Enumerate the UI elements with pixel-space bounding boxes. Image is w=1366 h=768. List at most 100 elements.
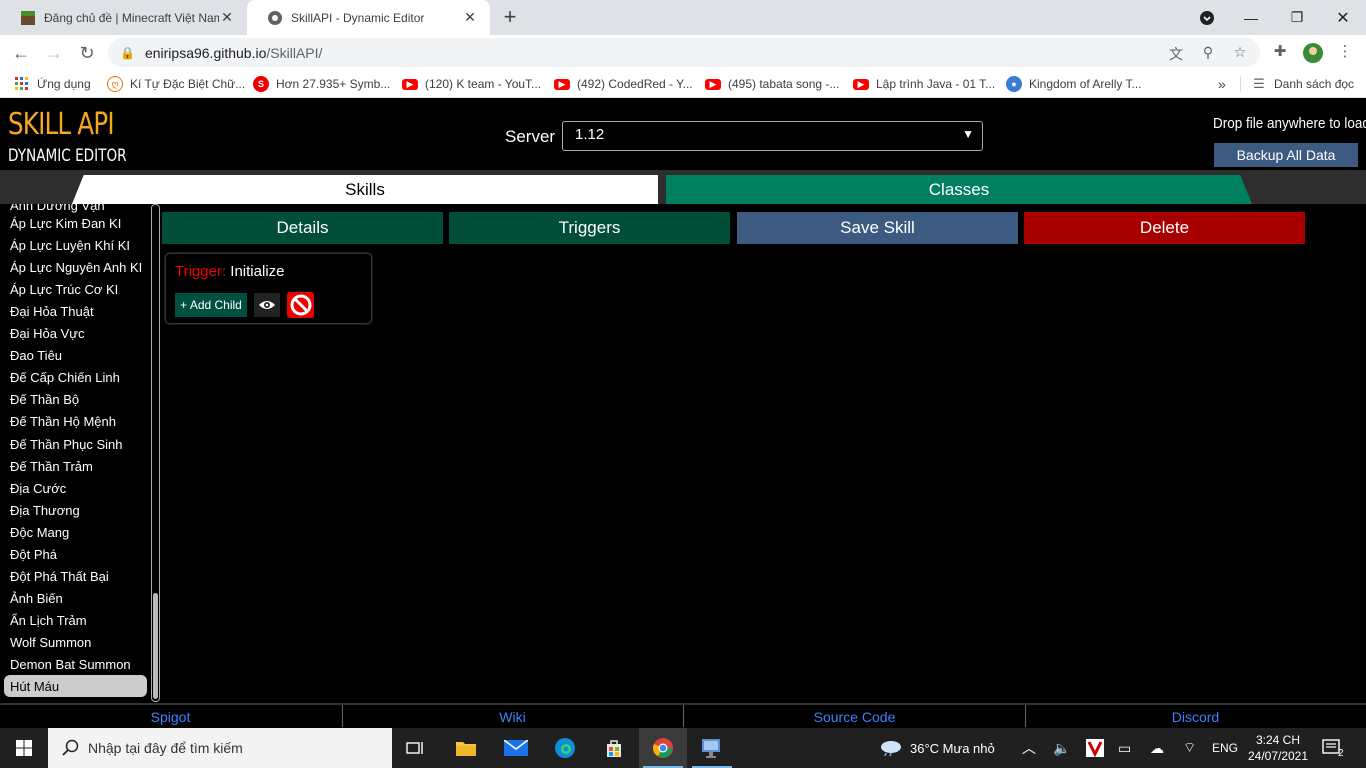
browser-tab-minecraft[interactable]: Đăng chủ đề | Minecraft Việt Nam ✕	[0, 0, 247, 35]
skill-list-scrollbar[interactable]	[151, 204, 160, 702]
close-window-icon[interactable]: ✕	[1320, 0, 1366, 35]
show-hidden-icons[interactable]: ︿	[1022, 728, 1036, 768]
tab-classes[interactable]: Classes	[666, 175, 1252, 204]
list-item[interactable]: Áp Lực Trúc Cơ KI	[4, 278, 147, 300]
bookmark-kteam[interactable]: ▶ (120) K team - YouT...	[402, 76, 541, 92]
store-icon[interactable]	[590, 728, 638, 768]
taskbar-search-input[interactable]: Nhập tại đây để tìm kiếm	[48, 728, 392, 768]
mail-icon[interactable]	[492, 728, 540, 768]
remote-desktop-icon[interactable]	[688, 728, 736, 768]
skill-list[interactable]: Ánh Dương Vạn Áp Lực Kim Đan KI Áp Lực L…	[0, 204, 160, 702]
list-item[interactable]: Địa Cước	[4, 477, 147, 499]
drop-file-hint: Drop file anywhere to load	[1213, 115, 1366, 132]
logo-title: SKILL API	[8, 107, 115, 142]
eye-icon[interactable]	[254, 293, 280, 317]
save-skill-button[interactable]: Save Skill	[737, 212, 1018, 244]
notifications-icon[interactable]: 2	[1322, 728, 1344, 768]
windows-start-icon[interactable]	[0, 728, 48, 768]
details-button[interactable]: Details	[162, 212, 443, 244]
list-item[interactable]: Áp Lực Luyện Khí KI	[4, 234, 147, 256]
reading-list-button[interactable]: ☰ Danh sách đọc	[1240, 76, 1354, 92]
list-item[interactable]: Wolf Summon	[4, 631, 147, 653]
minimize-icon[interactable]: —	[1228, 0, 1274, 35]
language-indicator[interactable]: ENG	[1212, 728, 1238, 768]
source-code-link[interactable]: Source Code	[684, 709, 1025, 725]
reload-icon[interactable]: ↻	[74, 40, 100, 66]
server-label: Server	[505, 127, 556, 146]
tab-skills[interactable]: Skills	[72, 175, 658, 204]
list-item[interactable]: Ẩn Lịch Trảm	[4, 609, 147, 631]
close-tab-icon[interactable]: ✕	[462, 9, 478, 26]
list-item[interactable]: Địa Thương	[4, 499, 147, 521]
list-item[interactable]: Demon Bat Summon	[4, 653, 147, 675]
bookmark-apps[interactable]: Ứng dụng	[14, 76, 91, 92]
backup-all-data-button[interactable]: Backup All Data	[1214, 143, 1358, 167]
onedrive-icon[interactable]: ☁	[1150, 728, 1164, 768]
bookmark-symbols[interactable]: S Hơn 27.935+ Symb...	[253, 76, 390, 92]
trigger-name: Initialize	[230, 263, 285, 280]
browser-menu-icon[interactable]: ⋮	[1334, 42, 1356, 64]
browser-tab-skillapi[interactable]: SkillAPI - Dynamic Editor ✕	[247, 0, 490, 35]
scrollbar-thumb[interactable]	[153, 593, 158, 699]
system-clock[interactable]: 3:24 CH 24/07/2021	[1246, 732, 1310, 764]
list-item[interactable]: Đao Tiêu	[4, 344, 147, 366]
list-item[interactable]: Đại Hỏa Vực	[4, 322, 147, 344]
address-bar[interactable]: 🔒 eniripsa96.github.io/SkillAPI/	[108, 38, 1260, 67]
task-view-icon[interactable]	[392, 728, 440, 768]
bookmark-java[interactable]: ▶ Lập trình Java - 01 T...	[853, 76, 995, 92]
bookmark-star-icon[interactable]: ☆	[1231, 44, 1249, 62]
globe-favicon-icon	[268, 10, 282, 25]
edge-icon[interactable]	[541, 728, 589, 768]
chevron-down-icon: ▼	[962, 127, 974, 141]
list-item[interactable]: Áp Lực Nguyên Anh KI	[4, 256, 147, 278]
bookmark-special-chars[interactable]: ღ Kí Tự Đặc Biệt Chữ...	[107, 76, 245, 92]
list-item-selected[interactable]: Hút Máu	[4, 675, 147, 697]
back-icon[interactable]: ←	[8, 40, 34, 66]
list-item[interactable]: Đại Hỏa Thuật	[4, 300, 147, 322]
tab-search-icon[interactable]	[1184, 0, 1230, 35]
reading-list-icon: ☰	[1253, 76, 1265, 91]
list-item[interactable]: Đế Cấp Chiến Linh	[4, 366, 147, 388]
list-item[interactable]: Đế Thần Hộ Mệnh	[4, 410, 147, 432]
list-item[interactable]: Độc Mang	[4, 521, 147, 543]
list-item[interactable]: Đột Phá Thất Bại	[4, 565, 147, 587]
antivirus-icon[interactable]	[1086, 728, 1104, 768]
close-tab-icon[interactable]: ✕	[219, 9, 235, 26]
more-bookmarks-icon[interactable]: »	[1218, 76, 1226, 92]
wifi-icon[interactable]: ⌔	[1183, 728, 1196, 768]
chrome-icon[interactable]	[639, 728, 687, 768]
add-child-button[interactable]: + Add Child	[175, 293, 247, 317]
forward-icon[interactable]: →	[41, 40, 67, 66]
trigger-label: Trigger:	[175, 263, 227, 280]
server-select[interactable]: 1.12 ▼	[562, 121, 983, 151]
youtube-icon: ▶	[402, 78, 418, 90]
list-item[interactable]: Đột Phá	[4, 543, 147, 565]
maximize-icon[interactable]: ❐	[1274, 0, 1320, 35]
volume-icon[interactable]: 🔈	[1053, 728, 1070, 768]
list-item[interactable]: Đế Thần Phục Sinh	[4, 433, 147, 455]
bookmark-codedred[interactable]: ▶ (492) CodedRed - Y...	[554, 76, 693, 92]
new-tab-button[interactable]: +	[498, 5, 522, 29]
weather-widget[interactable]: 36°C Mưa nhỏ	[878, 728, 995, 768]
list-item[interactable]: Ảnh Biến	[4, 587, 147, 609]
tab-title: Đăng chủ đề | Minecraft Việt Nam	[44, 10, 219, 25]
spigot-link[interactable]: Spigot	[0, 709, 341, 725]
list-item[interactable]: Áp Lực Kim Đan KI	[4, 212, 147, 234]
profile-avatar[interactable]	[1302, 42, 1324, 64]
minecraft-favicon-icon	[21, 10, 35, 25]
zoom-icon[interactable]: ⚲	[1199, 44, 1217, 62]
list-item[interactable]: Đế Thần Trảm	[4, 455, 147, 477]
list-item[interactable]: Đế Thần Bộ	[4, 388, 147, 410]
file-explorer-icon[interactable]	[442, 728, 490, 768]
bookmark-kingdom[interactable]: ● Kingdom of Arelly T...	[1006, 76, 1142, 92]
delete-button[interactable]: Delete	[1024, 212, 1305, 244]
wiki-link[interactable]: Wiki	[342, 709, 683, 725]
triggers-button[interactable]: Triggers	[449, 212, 730, 244]
bookmark-tabata[interactable]: ▶ (495) tabata song -...	[705, 76, 839, 92]
bookmark-label: Hơn 27.935+ Symb...	[276, 77, 391, 91]
discord-link[interactable]: Discord	[1025, 709, 1366, 725]
extensions-puzzle-icon[interactable]: ✚	[1269, 42, 1291, 64]
battery-icon[interactable]: ▭	[1118, 728, 1131, 768]
delete-trigger-icon[interactable]	[287, 292, 314, 318]
translate-icon[interactable]: 文	[1167, 44, 1185, 62]
